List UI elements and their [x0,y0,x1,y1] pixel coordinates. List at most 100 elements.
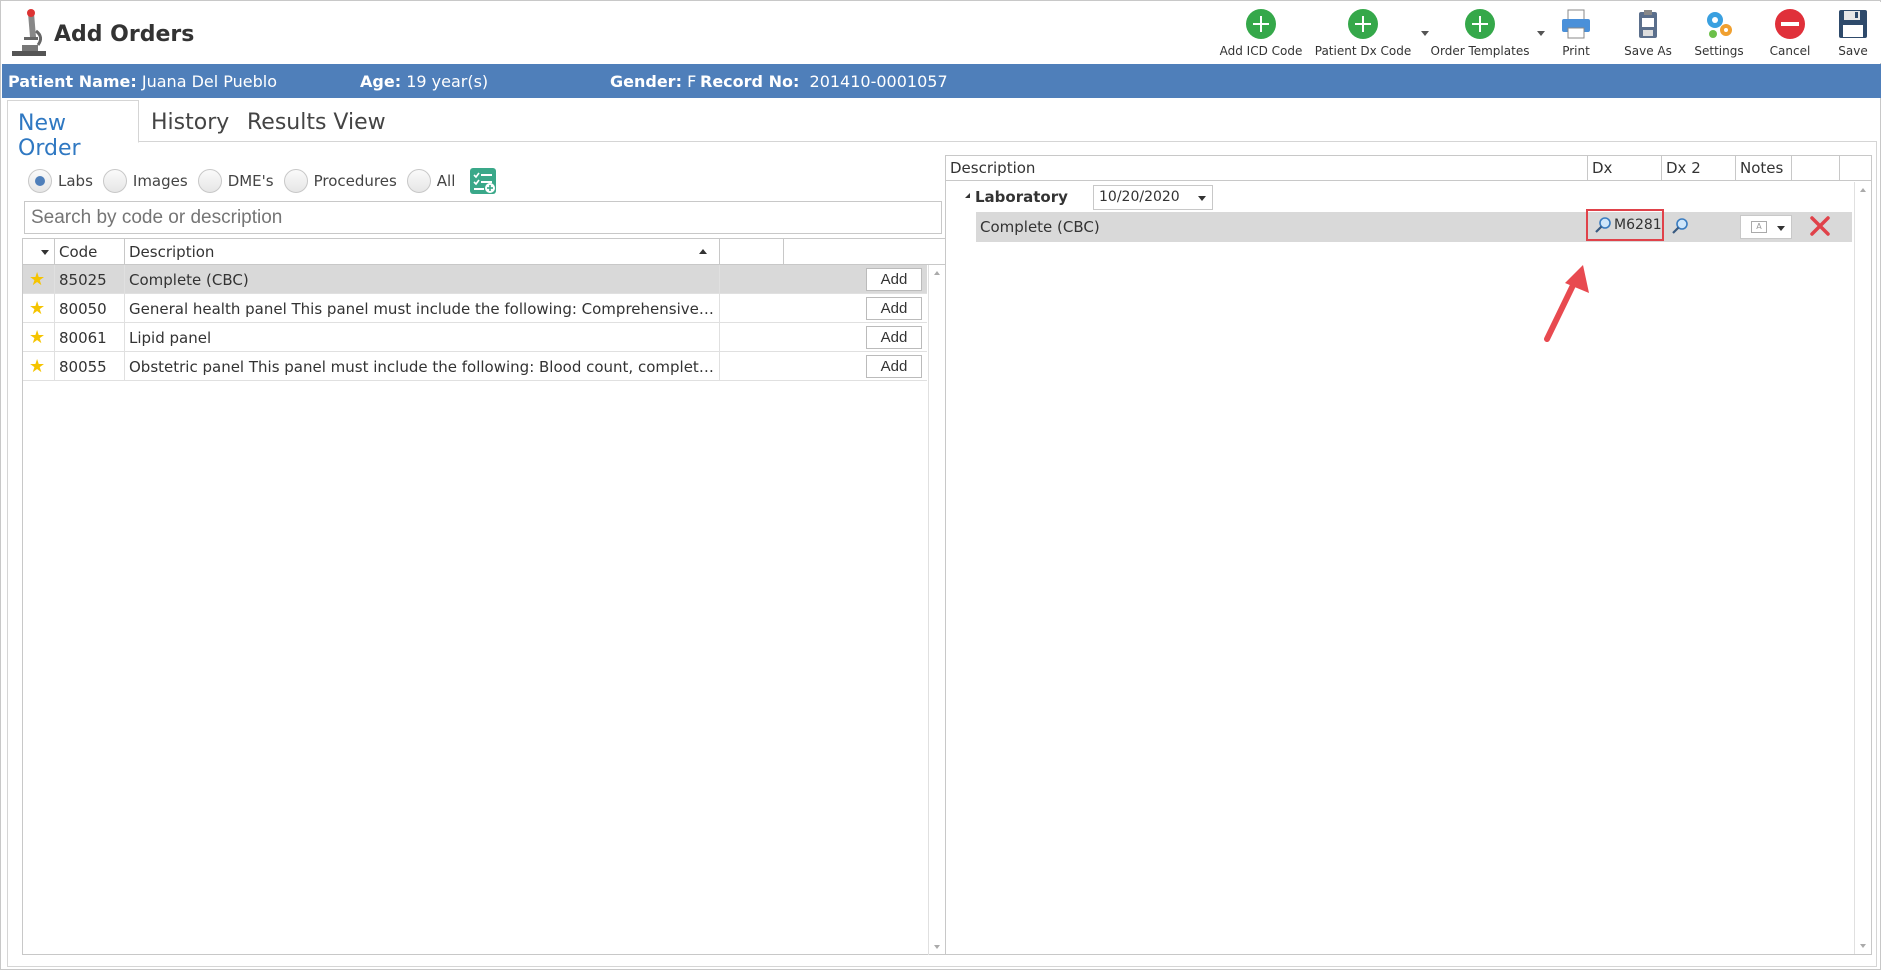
add-icd-code-button[interactable]: Add ICD Code [1219,6,1303,62]
table-row[interactable]: ★ 85025 Complete (CBC) Add [23,265,927,294]
app-window: Add Orders Add ICD Code Patient Dx Code … [0,0,1881,970]
star-icon[interactable]: ★ [29,269,45,290]
catalog-scrollbar[interactable] [928,265,945,955]
column-order-description-header: Description [946,156,1588,180]
column-favorite-header[interactable] [23,239,55,264]
gears-icon [1707,12,1732,38]
tab-new-order[interactable]: New Order [7,100,139,161]
title-bar: Add Orders Add ICD Code Patient Dx Code … [2,2,1881,63]
add-button[interactable]: Add [866,268,922,291]
column-description-header[interactable]: Description [125,239,720,264]
add-circle-icon [1246,9,1276,39]
orders-table: Description Dx Dx 2 Notes Laboratory 10/… [945,155,1872,955]
patient-dx-code-button[interactable]: Patient Dx Code [1313,6,1429,62]
chevron-down-icon[interactable] [1537,31,1545,36]
radio-icon [197,169,222,193]
order-row[interactable]: Complete (CBC) M6281 A [976,209,1852,242]
clipboard-save-icon [1639,10,1657,38]
toolbar: Add ICD Code Patient Dx Code Order Templ… [1219,6,1875,62]
chevron-down-icon [1777,226,1785,231]
row-code: 85025 [55,265,125,294]
filter-images[interactable]: Images [102,169,188,193]
row-description: Lipid panel [125,323,720,352]
table-row[interactable]: ★ 80061 Lipid panel Add [23,323,927,352]
add-circle-icon [1465,9,1495,39]
note-icon: A [1751,221,1767,233]
row-code: 80061 [55,323,125,352]
scroll-down-icon[interactable] [1860,944,1866,948]
scroll-down-icon[interactable] [934,945,940,949]
add-button[interactable]: Add [866,297,922,320]
group-label: Laboratory [975,188,1068,206]
annotation-arrow-icon [1544,265,1589,342]
search-input[interactable] [24,201,942,234]
star-icon[interactable]: ★ [29,356,45,377]
orders-table-header: Description Dx Dx 2 Notes [946,156,1871,181]
order-type-filter: Labs Images DME's Procedures All [28,166,497,196]
patient-info-bar: Patient Name: Juana Del Pueblo Age: 19 y… [2,64,1881,98]
add-button[interactable]: Add [866,326,922,349]
tab-results-view[interactable]: Results View [237,100,396,143]
settings-button[interactable]: Settings [1691,6,1747,62]
order-templates-button[interactable]: Order Templates [1431,6,1545,62]
star-icon[interactable]: ★ [29,298,45,319]
order-date-picker[interactable]: 10/20/2020 [1093,185,1213,210]
row-code: 80055 [55,352,125,381]
filter-labs[interactable]: Labs [28,169,93,193]
chevron-down-icon[interactable] [1421,31,1429,36]
chevron-down-icon [1198,196,1206,201]
star-icon[interactable]: ★ [29,327,45,348]
row-description: Obstetric panel This panel must include … [125,352,720,381]
filter-all[interactable]: All [406,169,455,193]
floppy-disk-icon [1839,10,1867,38]
delete-icon[interactable] [1808,214,1832,238]
save-as-button[interactable]: Save As [1617,6,1679,62]
print-button[interactable]: Print [1551,6,1601,62]
orders-scrollbar[interactable] [1854,182,1871,954]
microscope-icon [12,9,46,56]
add-circle-icon [1348,9,1378,39]
filter-dmes[interactable]: DME's [197,169,274,193]
add-button[interactable]: Add [866,355,922,378]
column-notes-header: Notes [1736,156,1792,180]
sort-ascending-icon [699,249,707,254]
row-description: General health panel This panel must inc… [125,294,720,323]
notes-dropdown[interactable]: A [1740,215,1792,239]
save-button[interactable]: Save [1831,6,1875,62]
radio-icon [102,169,127,193]
table-row[interactable]: ★ 80055 Obstetric panel This panel must … [23,352,927,381]
column-dx2-header: Dx 2 [1662,156,1736,180]
tab-bar: New Order History Results View [7,100,1877,161]
scroll-up-icon[interactable] [934,271,940,275]
catalog-table-header: Code Description [23,239,945,265]
column-dx-header: Dx [1588,156,1662,180]
row-code: 80050 [55,294,125,323]
dx-code-field[interactable]: M6281 [1586,209,1664,241]
order-group-laboratory: Laboratory 10/20/2020 [946,182,1852,212]
cancel-button[interactable]: Cancel [1765,6,1815,62]
row-description: Complete (CBC) [125,265,720,294]
radio-selected-icon [28,169,52,193]
checklist-add-icon[interactable] [469,167,497,195]
patient-gender: Gender: F [610,72,697,91]
radio-icon [283,169,308,193]
radio-icon [406,169,431,193]
catalog-table: Code Description ★ 85025 Complete (CBC) … [22,238,946,955]
magnifier-icon[interactable] [1594,216,1612,234]
patient-age: Age: 19 year(s) [360,72,489,91]
table-row[interactable]: ★ 80050 General health panel This panel … [23,294,927,323]
magnifier-icon[interactable] [1671,217,1689,235]
filter-procedures[interactable]: Procedures [283,169,397,193]
patient-record-no: Record No: 201410-0001057 [700,72,948,91]
column-action-header [720,239,784,264]
column-code-header[interactable]: Code [55,239,125,264]
patient-name: Patient Name: Juana Del Pueblo [8,72,278,91]
order-description: Complete (CBC) [980,218,1100,236]
chevron-down-icon [41,250,49,255]
column-action-header [1792,156,1840,180]
collapse-triangle-icon[interactable] [965,193,970,198]
printer-icon [1562,9,1590,39]
scroll-up-icon[interactable] [1860,188,1866,192]
tab-history[interactable]: History [141,100,239,143]
page-title: Add Orders [54,22,195,47]
